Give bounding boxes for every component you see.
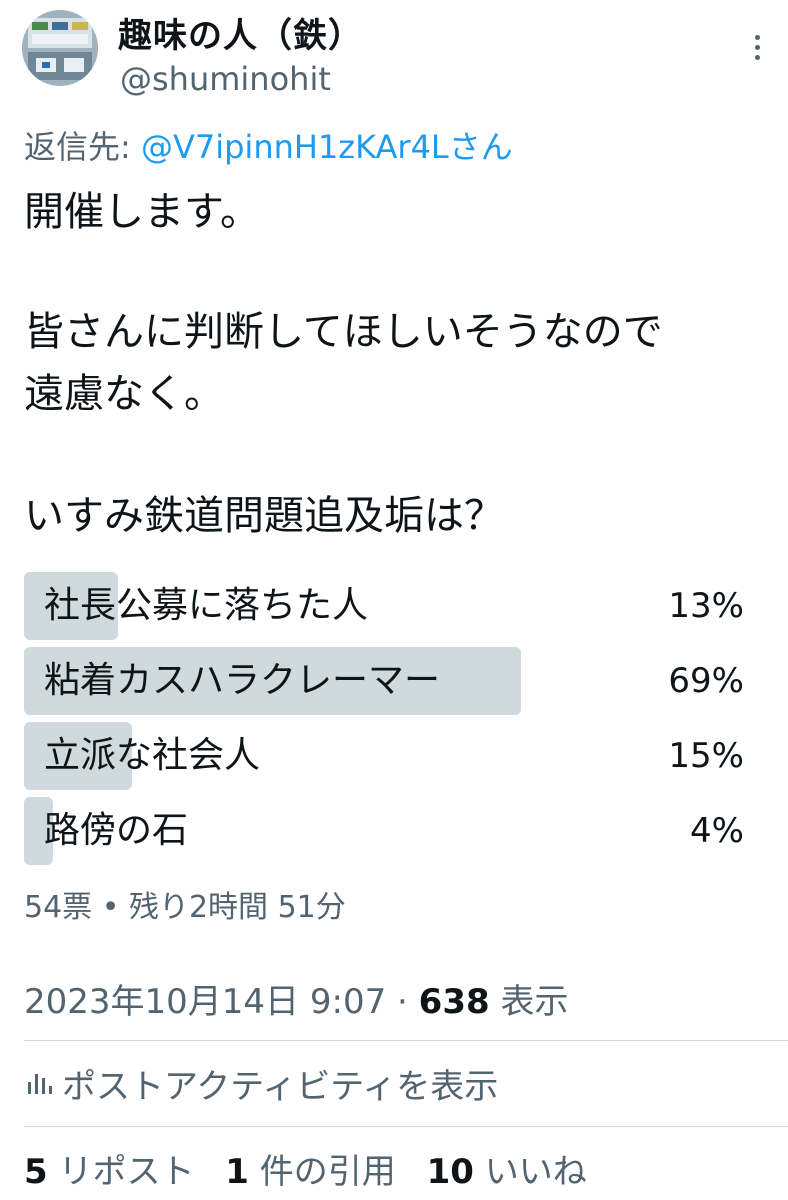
tweet-detail: 趣味の人（鉄） @shuminohit 返信先: @V7ipinnH1zKAr4…: [0, 0, 788, 1200]
poll-meta: 54票 • 残り2時間 51分: [24, 890, 346, 925]
engagement-stats: 5 リポスト 1 件の引用 10 いいね: [24, 1144, 607, 1193]
divider: [24, 1040, 788, 1041]
tweet-text-line: いすみ鉄道問題追及垢は？: [24, 493, 504, 539]
views-label: 表示: [500, 982, 569, 1022]
quotes-label: 件の引用: [259, 1152, 396, 1192]
views-count: 638: [418, 982, 490, 1022]
poll-option: 路傍の石 4%: [24, 797, 744, 865]
post-activity-link[interactable]: ポストアクティビティを表示: [24, 1058, 498, 1108]
post-activity-label: ポストアクティビティを表示: [62, 1066, 499, 1107]
poll-option: 粘着カスハラクレーマー 69%: [24, 647, 744, 715]
more-dot-icon: [754, 54, 760, 60]
poll-option-label: 社長公募に落ちた人: [44, 585, 369, 626]
reposts-label: リポスト: [58, 1152, 195, 1192]
tweet-text-line: 開催します。: [24, 189, 260, 235]
reply-mention-link[interactable]: @V7ipinnH1zKAr4Lさん: [141, 128, 513, 166]
reply-to-prefix: 返信先:: [24, 128, 131, 166]
likes-stat[interactable]: 10 いいね: [427, 1152, 587, 1192]
poll-option-label: 路傍の石: [44, 810, 189, 851]
poll-option-label: 粘着カスハラクレーマー: [44, 660, 441, 701]
likes-count: 10: [426, 1152, 474, 1192]
avatar[interactable]: [22, 10, 98, 86]
poll: 社長公募に落ちた人 13% 粘着カスハラクレーマー 69% 立派な社会人 15%…: [24, 572, 744, 872]
likes-label: いいね: [484, 1152, 587, 1192]
post-datetime-link[interactable]: 2023年10月14日 9:07: [24, 982, 386, 1022]
poll-option-percent: 69%: [668, 661, 744, 701]
more-dot-icon: [754, 44, 760, 50]
poll-option-percent: 4%: [690, 811, 744, 851]
tweet-text-line: 皆さんに判断してほしいそうなので: [24, 309, 663, 355]
analytics-icon: [28, 1074, 52, 1094]
poll-option: 立派な社会人 15%: [24, 722, 744, 790]
quotes-count: 1: [225, 1152, 249, 1192]
reposts-stat[interactable]: 5 リポスト: [24, 1152, 194, 1192]
reposts-count: 5: [24, 1152, 48, 1192]
quotes-stat[interactable]: 1 件の引用: [225, 1152, 395, 1192]
poll-option-percent: 15%: [668, 736, 744, 776]
divider: [24, 1126, 788, 1127]
poll-option: 社長公募に落ちた人 13%: [24, 572, 744, 640]
timestamp-line: 2023年10月14日 9:07 · 638 表示: [24, 974, 568, 1023]
separator-dot: ·: [397, 982, 408, 1022]
tweet-text-line: 遠慮なく。: [24, 371, 224, 417]
more-options-button[interactable]: [742, 32, 772, 62]
author-display-name[interactable]: 趣味の人（鉄）: [118, 8, 363, 57]
author-handle[interactable]: @shuminohit: [120, 60, 331, 98]
more-dot-icon: [754, 34, 760, 40]
reply-to-line: 返信先: @V7ipinnH1zKAr4Lさん: [24, 122, 513, 168]
poll-option-percent: 13%: [668, 586, 744, 626]
poll-option-label: 立派な社会人: [44, 735, 261, 776]
